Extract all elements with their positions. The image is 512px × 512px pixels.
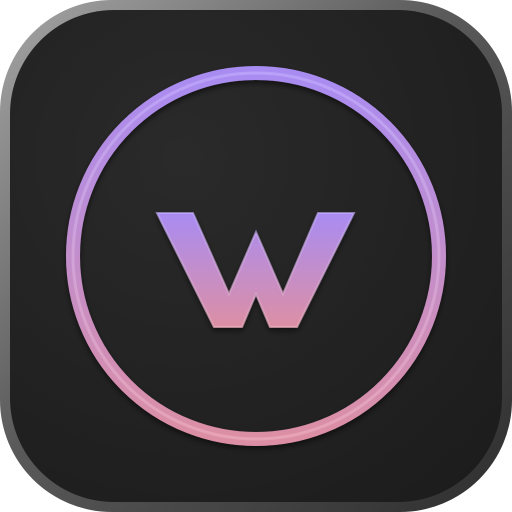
w-ring-logo-icon xyxy=(0,0,512,512)
app-icon[interactable] xyxy=(0,0,512,512)
